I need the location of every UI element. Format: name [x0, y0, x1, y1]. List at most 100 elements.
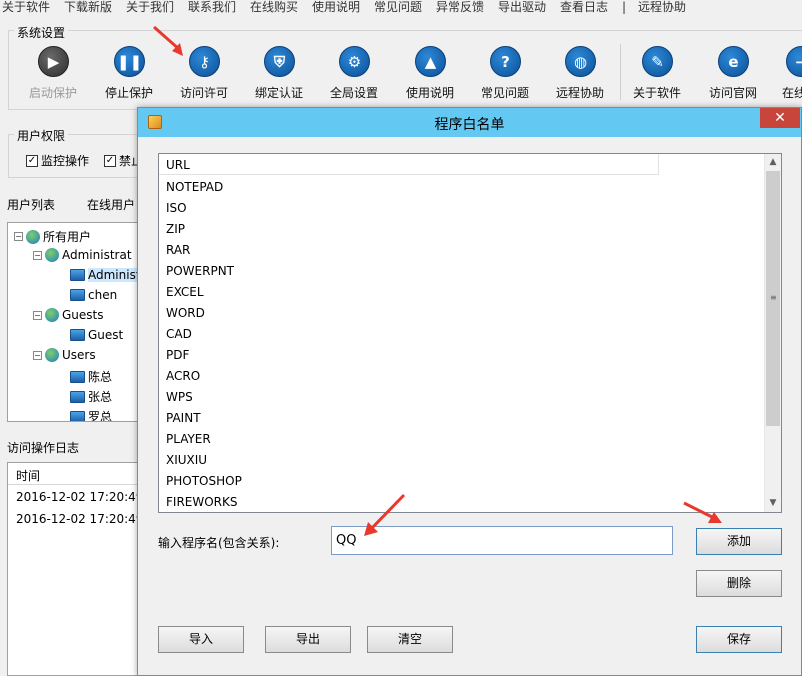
- about-software-button[interactable]: ✎ 关于软件: [620, 44, 694, 104]
- menu-about-software[interactable]: 关于软件: [2, 0, 50, 14]
- manual-button[interactable]: ▲ 使用说明: [393, 44, 467, 104]
- scroll-thumb[interactable]: ≡: [766, 171, 780, 426]
- log-row[interactable]: 2016-12-02 17:20:49: [16, 512, 139, 526]
- menu-feedback[interactable]: 异常反馈: [436, 0, 484, 14]
- stop-protection-label: 停止保护: [104, 86, 153, 100]
- collapse-icon[interactable]: −: [33, 350, 42, 360]
- user-list-tabs: 用户列表 在线用户: [0, 196, 140, 214]
- key-icon: ⚷: [189, 46, 220, 77]
- remote-help-label: 远程协助: [555, 86, 604, 100]
- tree-group-administrators[interactable]: − Administrat: [33, 248, 132, 262]
- list-item[interactable]: CAD: [166, 327, 192, 341]
- user-label: Guest: [88, 328, 124, 342]
- list-item[interactable]: XIUXIU: [166, 453, 207, 467]
- tree-user[interactable]: 张总: [70, 388, 112, 405]
- tree-user[interactable]: 罗总: [70, 408, 113, 422]
- list-item[interactable]: ACRO: [166, 369, 200, 383]
- access-permit-label: 访问许可: [179, 86, 228, 100]
- network-icon: [45, 348, 59, 362]
- menu-faq[interactable]: 常见问题: [374, 0, 422, 14]
- tab-user-list[interactable]: 用户列表: [7, 196, 55, 213]
- remote-help-button[interactable]: ◍ 远程协助: [543, 44, 617, 104]
- stop-protection-button[interactable]: ❚❚ 停止保护: [92, 44, 166, 104]
- user-label: 罗总: [88, 410, 113, 422]
- user-tree: − 所有用户 − Administrat Administ chen − Gue…: [7, 222, 140, 422]
- add-button[interactable]: 添加: [696, 528, 782, 555]
- access-log-table[interactable]: 时间 2016-12-02 17:20:49 2016-12-02 17:20:…: [7, 462, 140, 676]
- list-item[interactable]: NOTEPAD: [166, 180, 223, 194]
- pause-icon: ❚❚: [114, 46, 145, 77]
- save-button[interactable]: 保存: [696, 626, 782, 653]
- list-item[interactable]: RAR: [166, 243, 190, 257]
- start-protection-button[interactable]: ▶ 启动保护: [16, 44, 90, 104]
- bind-auth-label: 绑定认证: [254, 86, 303, 100]
- list-item[interactable]: FIREWORKS: [166, 495, 238, 509]
- menu-download[interactable]: 下载新版: [64, 0, 112, 14]
- list-header[interactable]: URL: [159, 154, 659, 175]
- dialog-titlebar[interactable]: 程序白名单 ✕: [138, 108, 801, 137]
- access-log-title: 访问操作日志: [7, 441, 80, 455]
- import-button[interactable]: 导入: [158, 626, 244, 653]
- vertical-scrollbar[interactable]: ▲ ≡ ▼: [764, 154, 781, 512]
- menu-contact[interactable]: 联系我们: [188, 0, 236, 14]
- list-item[interactable]: WPS: [166, 390, 193, 404]
- export-button[interactable]: 导出: [265, 626, 351, 653]
- list-item[interactable]: POWERPNT: [166, 264, 234, 278]
- computer-icon: [70, 390, 85, 403]
- group-label: Users: [62, 348, 96, 362]
- monitor-checkbox[interactable]: ✓ 监控操作: [26, 152, 89, 169]
- menu-export-driver[interactable]: 导出驱动: [498, 0, 546, 14]
- global-settings-button[interactable]: ⚙ 全局设置: [317, 44, 391, 104]
- tree-root[interactable]: − 所有用户: [14, 228, 91, 245]
- ie-icon: e: [718, 46, 749, 77]
- tree-user[interactable]: 陈总: [70, 368, 112, 385]
- list-item[interactable]: ISO: [166, 201, 187, 215]
- collapse-icon[interactable]: −: [33, 250, 42, 260]
- online-button[interactable]: ➜ 在线: [770, 44, 802, 104]
- bind-auth-button[interactable]: ⛨ 绑定认证: [242, 44, 316, 104]
- tree-user[interactable]: Guest: [70, 328, 123, 342]
- close-button[interactable]: ✕: [760, 108, 800, 128]
- list-item[interactable]: PLAYER: [166, 432, 211, 446]
- menu-remote-help[interactable]: 远程协助: [638, 0, 686, 14]
- faq-button[interactable]: ? 常见问题: [468, 44, 542, 104]
- program-name-input[interactable]: [331, 526, 673, 555]
- tree-user[interactable]: Administ: [70, 268, 139, 282]
- computer-icon: [70, 269, 85, 281]
- list-item[interactable]: ZIP: [166, 222, 185, 236]
- access-permit-button[interactable]: ⚷ 访问许可: [167, 44, 241, 104]
- clear-button[interactable]: 清空: [367, 626, 453, 653]
- group-label: Administrat: [62, 248, 132, 262]
- menu-buy[interactable]: 在线购买: [250, 0, 298, 14]
- tree-user[interactable]: chen: [70, 288, 117, 302]
- computer-icon: [70, 410, 85, 421]
- list-item[interactable]: EXCEL: [166, 285, 204, 299]
- collapse-icon[interactable]: −: [14, 232, 23, 241]
- tab-online-users[interactable]: 在线用户: [87, 196, 135, 213]
- list-item[interactable]: WORD: [166, 306, 205, 320]
- tree-group-users[interactable]: − Users: [33, 348, 96, 362]
- whitelist-list[interactable]: URL NOTEPAD ISO ZIP RAR POWERPNT EXCEL W…: [158, 153, 782, 513]
- user-label: 张总: [88, 390, 113, 404]
- about-software-label: 关于软件: [632, 86, 681, 100]
- network-icon: [26, 229, 40, 244]
- list-item[interactable]: PDF: [166, 348, 189, 362]
- tree-group-guests[interactable]: − Guests: [33, 308, 104, 322]
- checkmark-icon: ✓: [26, 154, 38, 167]
- system-settings-title: 系统设置: [14, 24, 69, 41]
- scroll-down-icon[interactable]: ▼: [765, 495, 781, 511]
- menu-manual[interactable]: 使用说明: [312, 0, 360, 14]
- collapse-icon[interactable]: −: [33, 310, 42, 320]
- delete-button[interactable]: 删除: [696, 570, 782, 597]
- list-item[interactable]: PHOTOSHOP: [166, 474, 242, 488]
- visit-website-button[interactable]: e 访问官网: [696, 44, 770, 104]
- menu-view-log[interactable]: 查看日志: [560, 0, 608, 14]
- scroll-up-icon[interactable]: ▲: [765, 154, 781, 170]
- menu-about-us[interactable]: 关于我们: [126, 0, 174, 14]
- dialog-title: 程序白名单: [434, 117, 505, 133]
- log-row[interactable]: 2016-12-02 17:20:49: [16, 490, 139, 504]
- menu-separator: |: [622, 0, 627, 14]
- log-column-time[interactable]: 时间: [8, 463, 139, 485]
- list-item[interactable]: PAINT: [166, 411, 201, 425]
- question-icon: ?: [490, 46, 521, 77]
